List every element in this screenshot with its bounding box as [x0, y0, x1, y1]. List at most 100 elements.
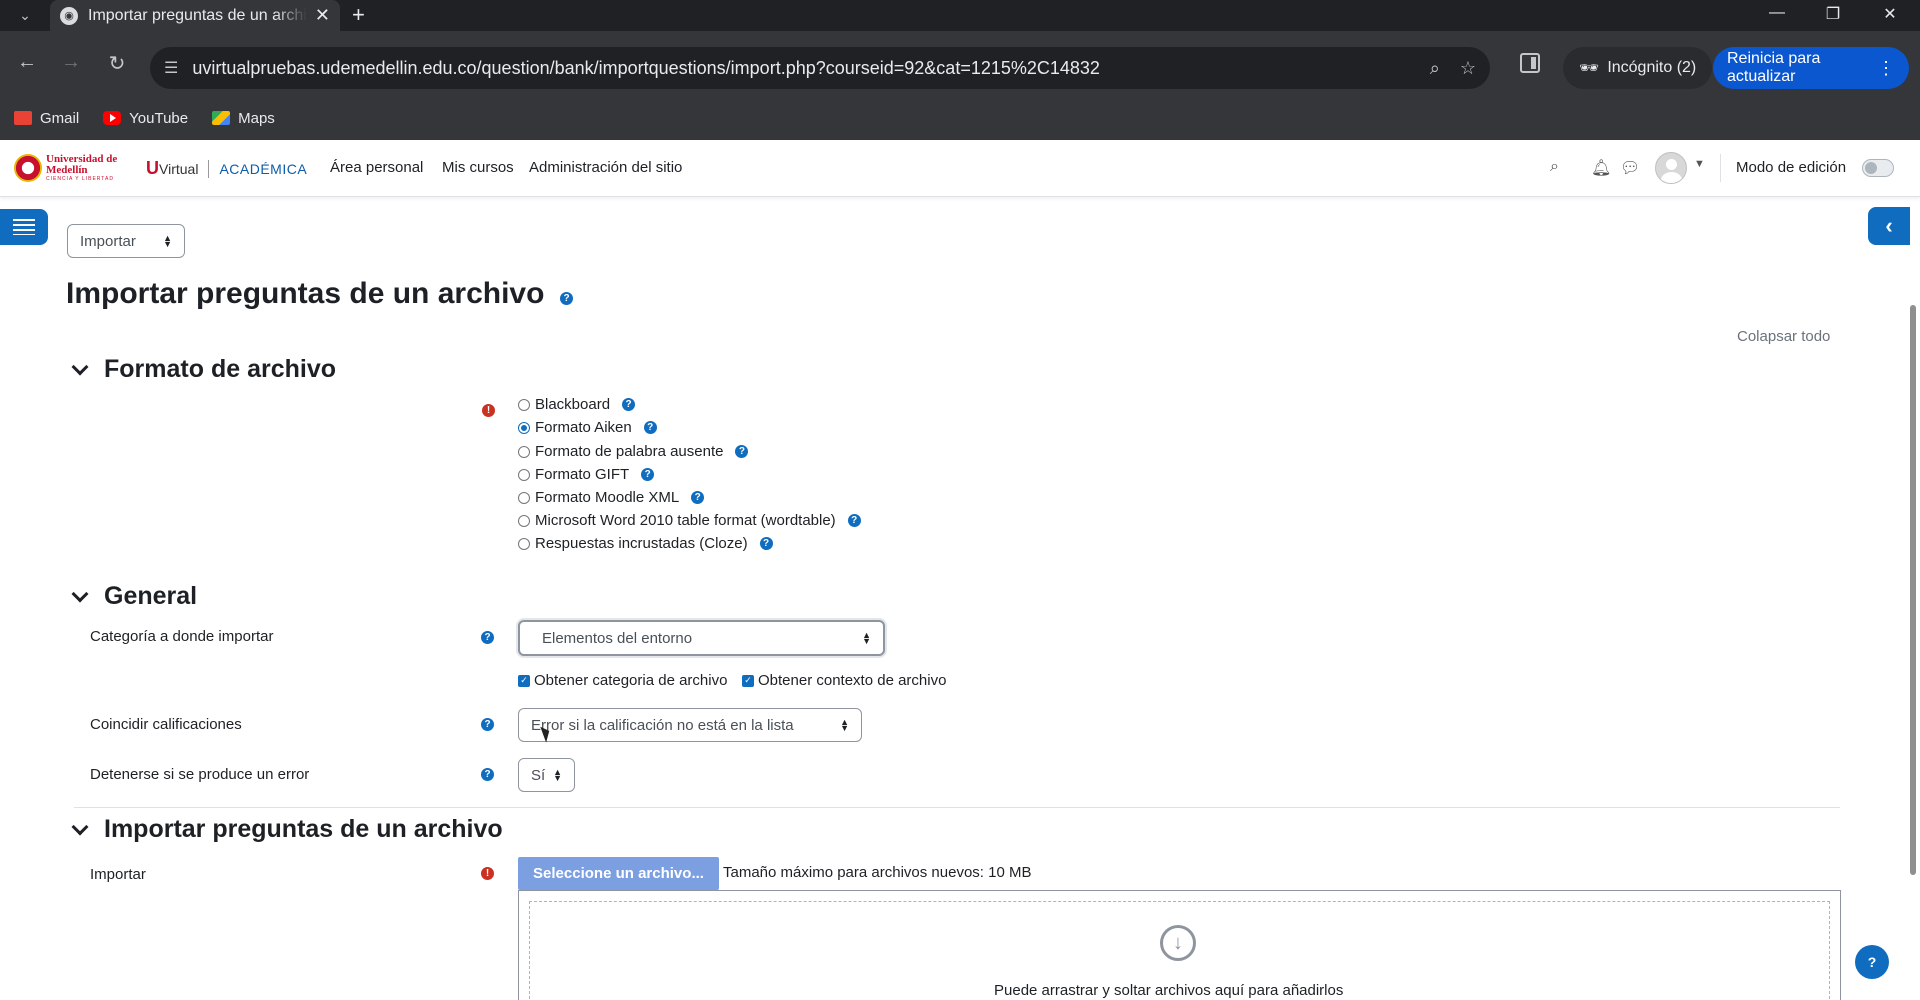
- nav-area-personal[interactable]: Área personal: [330, 159, 423, 176]
- radio-button[interactable]: [518, 491, 530, 504]
- radio-cloze[interactable]: Respuestas incrustadas (Cloze) ?: [518, 535, 773, 552]
- check-obtener-categoria[interactable]: ✓ Obtener categoria de archivo: [518, 672, 727, 689]
- choose-file-button[interactable]: Seleccione un archivo...: [518, 857, 719, 890]
- search-icon[interactable]: ⌕: [1550, 158, 1559, 176]
- udem-seal-icon: [14, 154, 42, 182]
- chevron-down-icon: ⌄: [19, 6, 31, 23]
- youtube-icon: [103, 111, 122, 125]
- max-size-text: Tamaño máximo para archivos nuevos: 10 M…: [723, 864, 1032, 881]
- edit-mode-toggle[interactable]: [1862, 159, 1894, 177]
- question-bank-action-select[interactable]: Importar ▲ ▼: [67, 224, 185, 258]
- radio-button[interactable]: [518, 421, 530, 434]
- zoom-icon[interactable]: ⌕: [1430, 58, 1440, 79]
- help-icon[interactable]: ?: [560, 292, 573, 305]
- radio-button[interactable]: [518, 514, 530, 527]
- browser-tab-active[interactable]: ◉ Importar preguntas de un archivo ✕: [50, 0, 340, 31]
- user-avatar[interactable]: [1655, 152, 1687, 184]
- page-title-text: Importar preguntas de un archivo: [66, 277, 545, 310]
- section-formato-toggle[interactable]: Formato de archivo: [71, 355, 336, 384]
- bookmark-youtube[interactable]: YouTube: [103, 110, 188, 127]
- update-button[interactable]: Reinicia para actualizar ⋮: [1713, 47, 1909, 89]
- categoria-select[interactable]: Elementos del entorno ▲ ▼: [518, 620, 885, 656]
- radio-button[interactable]: [518, 537, 530, 550]
- bell-icon[interactable]: 🔔︎: [1591, 158, 1611, 178]
- chevron-down-icon[interactable]: ▼: [1694, 158, 1705, 170]
- udem-logo[interactable]: Universidad de Medellín CIENCIA Y LIBERT…: [14, 154, 138, 182]
- site-settings-icon[interactable]: ☰: [164, 58, 178, 78]
- radio-palabra-ausente[interactable]: Formato de palabra ausente ?: [518, 443, 749, 460]
- select-value: Elementos del entorno: [542, 629, 693, 647]
- radio-blackboard[interactable]: Blackboard ?: [518, 396, 636, 413]
- radio-label: Formato Moodle XML: [535, 489, 680, 506]
- udem-logo-sub: CIENCIA Y LIBERTAD: [46, 176, 114, 182]
- help-icon[interactable]: ?: [847, 514, 861, 527]
- incognito-label: Incógnito (2): [1607, 59, 1697, 76]
- radio-wordtable[interactable]: Microsoft Word 2010 table format (wordta…: [518, 512, 861, 529]
- incognito-indicator[interactable]: 🕶 Incógnito (2): [1563, 47, 1713, 89]
- block-drawer-toggle[interactable]: ‹: [1868, 207, 1910, 245]
- checkbox-checked[interactable]: ✓: [518, 674, 530, 687]
- tab-search-button[interactable]: ⌄: [8, 2, 42, 28]
- bookmark-maps[interactable]: Maps: [212, 110, 275, 127]
- minimize-icon[interactable]: —: [1757, 4, 1797, 22]
- star-icon[interactable]: ☆: [1460, 58, 1476, 79]
- radio-label: Formato GIFT: [535, 466, 630, 483]
- required-icon: !: [481, 867, 494, 880]
- back-icon[interactable]: ←: [12, 51, 42, 74]
- close-icon[interactable]: ✕: [315, 5, 330, 26]
- uvirtual-logo[interactable]: U Virtual ACADÉMICA: [146, 158, 307, 179]
- select-value: Importar: [80, 232, 136, 250]
- select-caret-icon: ▲ ▼: [862, 630, 871, 646]
- nav-administracion[interactable]: Administración del sitio: [529, 159, 682, 176]
- chat-icon[interactable]: 💬︎: [1620, 158, 1640, 178]
- section-title: Importar preguntas de un archivo: [104, 815, 503, 843]
- edit-mode-label: Modo de edición: [1736, 159, 1847, 176]
- radio-button[interactable]: [518, 445, 530, 458]
- help-icon[interactable]: ?: [759, 537, 773, 550]
- radio-moodle-xml[interactable]: Formato Moodle XML ?: [518, 489, 705, 506]
- bookmark-gmail[interactable]: Gmail: [14, 110, 79, 127]
- tab-title: Importar preguntas de un archivo: [88, 6, 307, 24]
- collapse-all-link[interactable]: Colapsar todo: [1737, 328, 1830, 345]
- select-caret-icon: ▲ ▼: [840, 717, 849, 733]
- help-icon[interactable]: ?: [691, 491, 705, 504]
- forward-icon[interactable]: →: [56, 51, 86, 74]
- window-close-icon[interactable]: ✕: [1870, 4, 1910, 24]
- restore-icon[interactable]: ❐: [1813, 4, 1853, 24]
- url-text: uvirtualpruebas.udemedellin.edu.co/quest…: [192, 57, 1100, 78]
- radio-button[interactable]: [518, 398, 530, 411]
- coincidir-select[interactable]: Error si la calificación no está en la l…: [518, 708, 862, 742]
- radio-formato-gift[interactable]: Formato GIFT ?: [518, 466, 655, 483]
- help-icon[interactable]: ?: [735, 445, 749, 458]
- new-tab-button[interactable]: +: [352, 2, 365, 28]
- chevron-down-icon: [71, 358, 89, 375]
- section-importar-toggle[interactable]: Importar preguntas de un archivo: [71, 815, 503, 844]
- footer-help-button[interactable]: ?: [1855, 945, 1889, 979]
- radio-button[interactable]: [518, 468, 530, 481]
- side-panel-icon[interactable]: [1520, 53, 1540, 73]
- help-icon[interactable]: ?: [481, 631, 494, 644]
- address-bar[interactable]: ☰ uvirtualpruebas.udemedellin.edu.co/que…: [150, 47, 1490, 89]
- check-obtener-contexto[interactable]: ✓ Obtener contexto de archivo: [742, 672, 946, 689]
- select-value: Error si la calificación no está en la l…: [531, 716, 794, 734]
- required-icon: !: [482, 404, 495, 417]
- chevron-down-icon: [71, 818, 89, 835]
- help-icon[interactable]: ?: [622, 398, 636, 411]
- help-icon[interactable]: ?: [641, 468, 655, 481]
- nav-mis-cursos[interactable]: Mis cursos: [442, 159, 514, 176]
- reload-icon[interactable]: ↻: [102, 51, 132, 76]
- checkbox-checked[interactable]: ✓: [742, 674, 754, 687]
- section-general-toggle[interactable]: General: [71, 582, 197, 611]
- help-icon[interactable]: ?: [481, 768, 494, 781]
- categoria-label: Categoría a donde importar: [90, 628, 274, 645]
- chevron-down-icon: [71, 585, 89, 602]
- help-icon[interactable]: ?: [643, 421, 657, 434]
- udem-logo-text: Universidad de Medellín: [46, 153, 118, 176]
- page-scrollbar[interactable]: [1910, 305, 1916, 875]
- radio-formato-aiken[interactable]: Formato Aiken ?: [518, 419, 657, 436]
- help-icon[interactable]: ?: [481, 718, 494, 731]
- moodle-favicon-icon: ◉: [60, 6, 78, 25]
- browser-tab-bar: ⌄ ◉ Importar preguntas de un archivo ✕ +…: [0, 0, 1920, 31]
- course-index-toggle[interactable]: [0, 209, 48, 245]
- detenerse-select[interactable]: Sí ▲ ▼: [518, 758, 575, 792]
